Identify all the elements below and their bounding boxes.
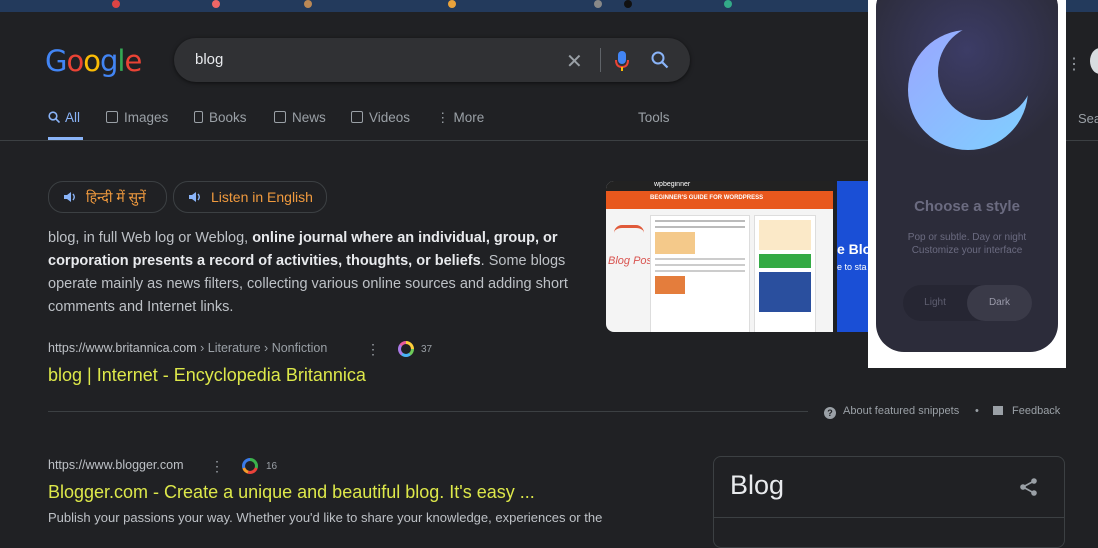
bookmark-icon[interactable] — [724, 0, 732, 8]
tab-label: Tools — [638, 110, 670, 125]
tab-label: Books — [209, 110, 247, 125]
thumb2-sub: e to sta — [837, 262, 867, 272]
book-icon — [194, 111, 203, 123]
result-domain: https://www.britannica.com — [48, 341, 197, 355]
apps-menu-icon[interactable]: ⋮ — [1066, 54, 1082, 74]
snippet-image[interactable]: wpbeginner BEGINNER'S GUIDE FOR WORDPRES… — [606, 181, 833, 332]
bookmark-icon[interactable] — [304, 0, 312, 8]
theme-chooser-popup: Choose a style Pop or subtle. Day or nig… — [868, 0, 1066, 368]
bookmark-icon[interactable] — [624, 0, 632, 8]
search-icon — [48, 111, 61, 124]
search-box[interactable]: blog ✕ — [174, 38, 690, 82]
popup-sub-line: Pop or subtle. Day or night — [907, 232, 1027, 243]
tab-videos[interactable]: Videos — [351, 110, 410, 125]
result-path: › Literature › Nonfiction — [196, 341, 328, 355]
tab-all[interactable]: All — [48, 110, 84, 140]
thumb2-text: e Blo — [837, 241, 869, 257]
featured-snippet-text: blog, in full Web log or Weblog, online … — [48, 227, 608, 319]
feedback-link[interactable]: Feedback — [993, 405, 1060, 417]
news-icon — [274, 111, 286, 123]
rating-count: 16 — [266, 461, 278, 472]
speaker-icon — [189, 192, 200, 202]
bookmark-icon[interactable] — [112, 0, 120, 8]
popup-subtitle: Pop or subtle. Day or night Customize you… — [876, 231, 1058, 257]
snippet-divider — [48, 411, 808, 412]
result2-description: Publish your passions your way. Whether … — [48, 510, 603, 525]
snippet-image-2[interactable]: e Blo e to sta — [837, 181, 869, 332]
tab-label: Images — [124, 110, 169, 125]
bookmark-icon[interactable] — [594, 0, 602, 8]
thumb-banner-text: BEGINNER'S GUIDE FOR WORDPRESS — [650, 195, 764, 201]
tab-label: More — [453, 110, 485, 125]
listen-hindi-button[interactable]: हिन्दी में सुनें — [48, 181, 167, 213]
rating-ring-icon — [398, 341, 414, 357]
knowledge-panel: Blog — [713, 456, 1065, 548]
search-icon[interactable] — [651, 51, 669, 69]
result2-title-link[interactable]: Blogger.com - Create a unique and beauti… — [48, 482, 535, 503]
knowledge-panel-title: Blog — [730, 470, 785, 500]
feedback-label: Feedback — [1012, 405, 1061, 417]
tab-more[interactable]: ⋮ More — [436, 110, 484, 126]
header-right: ⋮ Search — [1066, 0, 1098, 140]
clear-icon[interactable]: ✕ — [566, 49, 583, 74]
knowledge-panel-divider — [714, 517, 1064, 518]
popup-sub-line: Customize your interface — [911, 245, 1023, 256]
theme-toggle: Light Dark — [903, 285, 1032, 321]
moon-icon — [908, 30, 1028, 150]
footer-separator: • — [975, 405, 979, 417]
speaker-icon — [64, 192, 75, 202]
tab-images[interactable]: Images — [106, 110, 168, 125]
bookmark-icon[interactable] — [212, 0, 220, 8]
listen-english-button[interactable]: Listen in English — [173, 181, 327, 213]
dark-option[interactable]: Dark — [967, 285, 1032, 321]
thumb-sidebar — [754, 215, 816, 332]
snippet-lead: blog, in full Web log or Weblog, — [48, 230, 253, 246]
image-icon — [106, 111, 118, 123]
microphone-icon[interactable] — [614, 50, 630, 72]
tab-label: News — [292, 110, 326, 125]
theme-phone-preview: Choose a style Pop or subtle. Day or nig… — [876, 0, 1058, 352]
thumb-site-header: wpbeginner — [606, 181, 833, 191]
share-icon[interactable] — [1019, 477, 1039, 497]
light-option[interactable]: Light — [903, 285, 967, 321]
popup-heading: Choose a style — [914, 198, 1020, 215]
tab-label: Videos — [369, 110, 411, 125]
feedback-icon — [993, 406, 1003, 415]
thumb-site-name: wpbeginner — [654, 181, 691, 188]
listen-english-label: Listen in English — [211, 189, 313, 205]
search-label[interactable]: Search — [1078, 111, 1098, 126]
thumb-article-card — [650, 215, 750, 332]
google-logo[interactable]: Google — [45, 44, 142, 78]
result2-cite[interactable]: https://www.blogger.com — [48, 458, 183, 472]
result-title-link[interactable]: blog | Internet - Encyclopedia Britannic… — [48, 365, 366, 386]
result-domain: https://www.blogger.com — [48, 458, 184, 472]
rating-count: 37 — [421, 344, 433, 355]
video-icon — [351, 111, 363, 123]
avatar[interactable] — [1090, 48, 1098, 74]
search-divider — [600, 48, 601, 72]
thumb-arrow — [614, 225, 644, 252]
more-options-icon[interactable]: ⋮ — [210, 458, 224, 475]
more-vert-icon: ⋮ — [436, 110, 450, 125]
thumb-banner: BEGINNER'S GUIDE FOR WORDPRESS — [606, 191, 833, 209]
bookmark-icon[interactable] — [448, 0, 456, 8]
tab-news[interactable]: News — [274, 110, 326, 125]
rating-ring-icon — [242, 458, 258, 474]
tab-tools[interactable]: Tools — [638, 110, 670, 125]
more-options-icon[interactable]: ⋮ — [366, 341, 380, 358]
result-cite[interactable]: https://www.britannica.com › Literature … — [48, 341, 327, 355]
tab-label: All — [65, 110, 81, 125]
listen-hindi-label: हिन्दी में सुनें — [86, 189, 146, 205]
about-label: About featured snippets — [843, 405, 960, 417]
search-input[interactable]: blog — [195, 51, 223, 68]
about-featured-snippets-link[interactable]: ? About featured snippets — [824, 405, 959, 419]
tab-books[interactable]: Books — [194, 110, 247, 125]
help-icon: ? — [824, 407, 836, 419]
